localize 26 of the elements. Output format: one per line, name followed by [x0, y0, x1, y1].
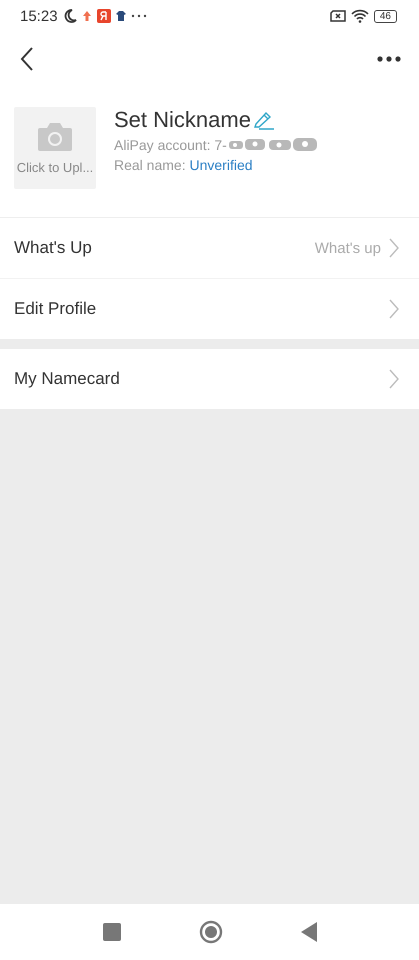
shirt-icon: [116, 11, 126, 21]
menu-row[interactable]: What's Up What's up: [0, 218, 419, 279]
wifi-icon: [350, 9, 369, 23]
more-notifications-icon: [130, 13, 147, 19]
chevron-right-icon: [389, 238, 399, 258]
battery-indicator: 46: [374, 10, 397, 22]
pencil-icon[interactable]: [252, 110, 275, 130]
account-label: AliPay account: 7-: [114, 137, 227, 153]
moon-icon: [62, 8, 77, 24]
menu-row[interactable]: My Namecard: [0, 349, 419, 409]
chevron-right-icon: [389, 369, 399, 389]
camera-icon: [37, 122, 73, 152]
app-notification-icon: [96, 9, 111, 23]
status-time: 15:23: [20, 8, 58, 24]
back-icon: [20, 46, 34, 70]
row-label: Edit Profile: [14, 299, 96, 319]
row-label: What's Up: [14, 238, 92, 258]
nickname[interactable]: Set Nickname: [114, 107, 251, 133]
more-icon: [377, 56, 401, 62]
arrow-up-icon: [82, 10, 92, 22]
chevron-right-icon: [389, 299, 399, 319]
row-label: My Namecard: [14, 369, 120, 389]
sim-icon: [330, 10, 346, 22]
real-name-status: Real name: Unverified: [114, 157, 254, 173]
row-value: What's up: [314, 240, 381, 256]
menu-row[interactable]: Edit Profile: [0, 279, 419, 339]
